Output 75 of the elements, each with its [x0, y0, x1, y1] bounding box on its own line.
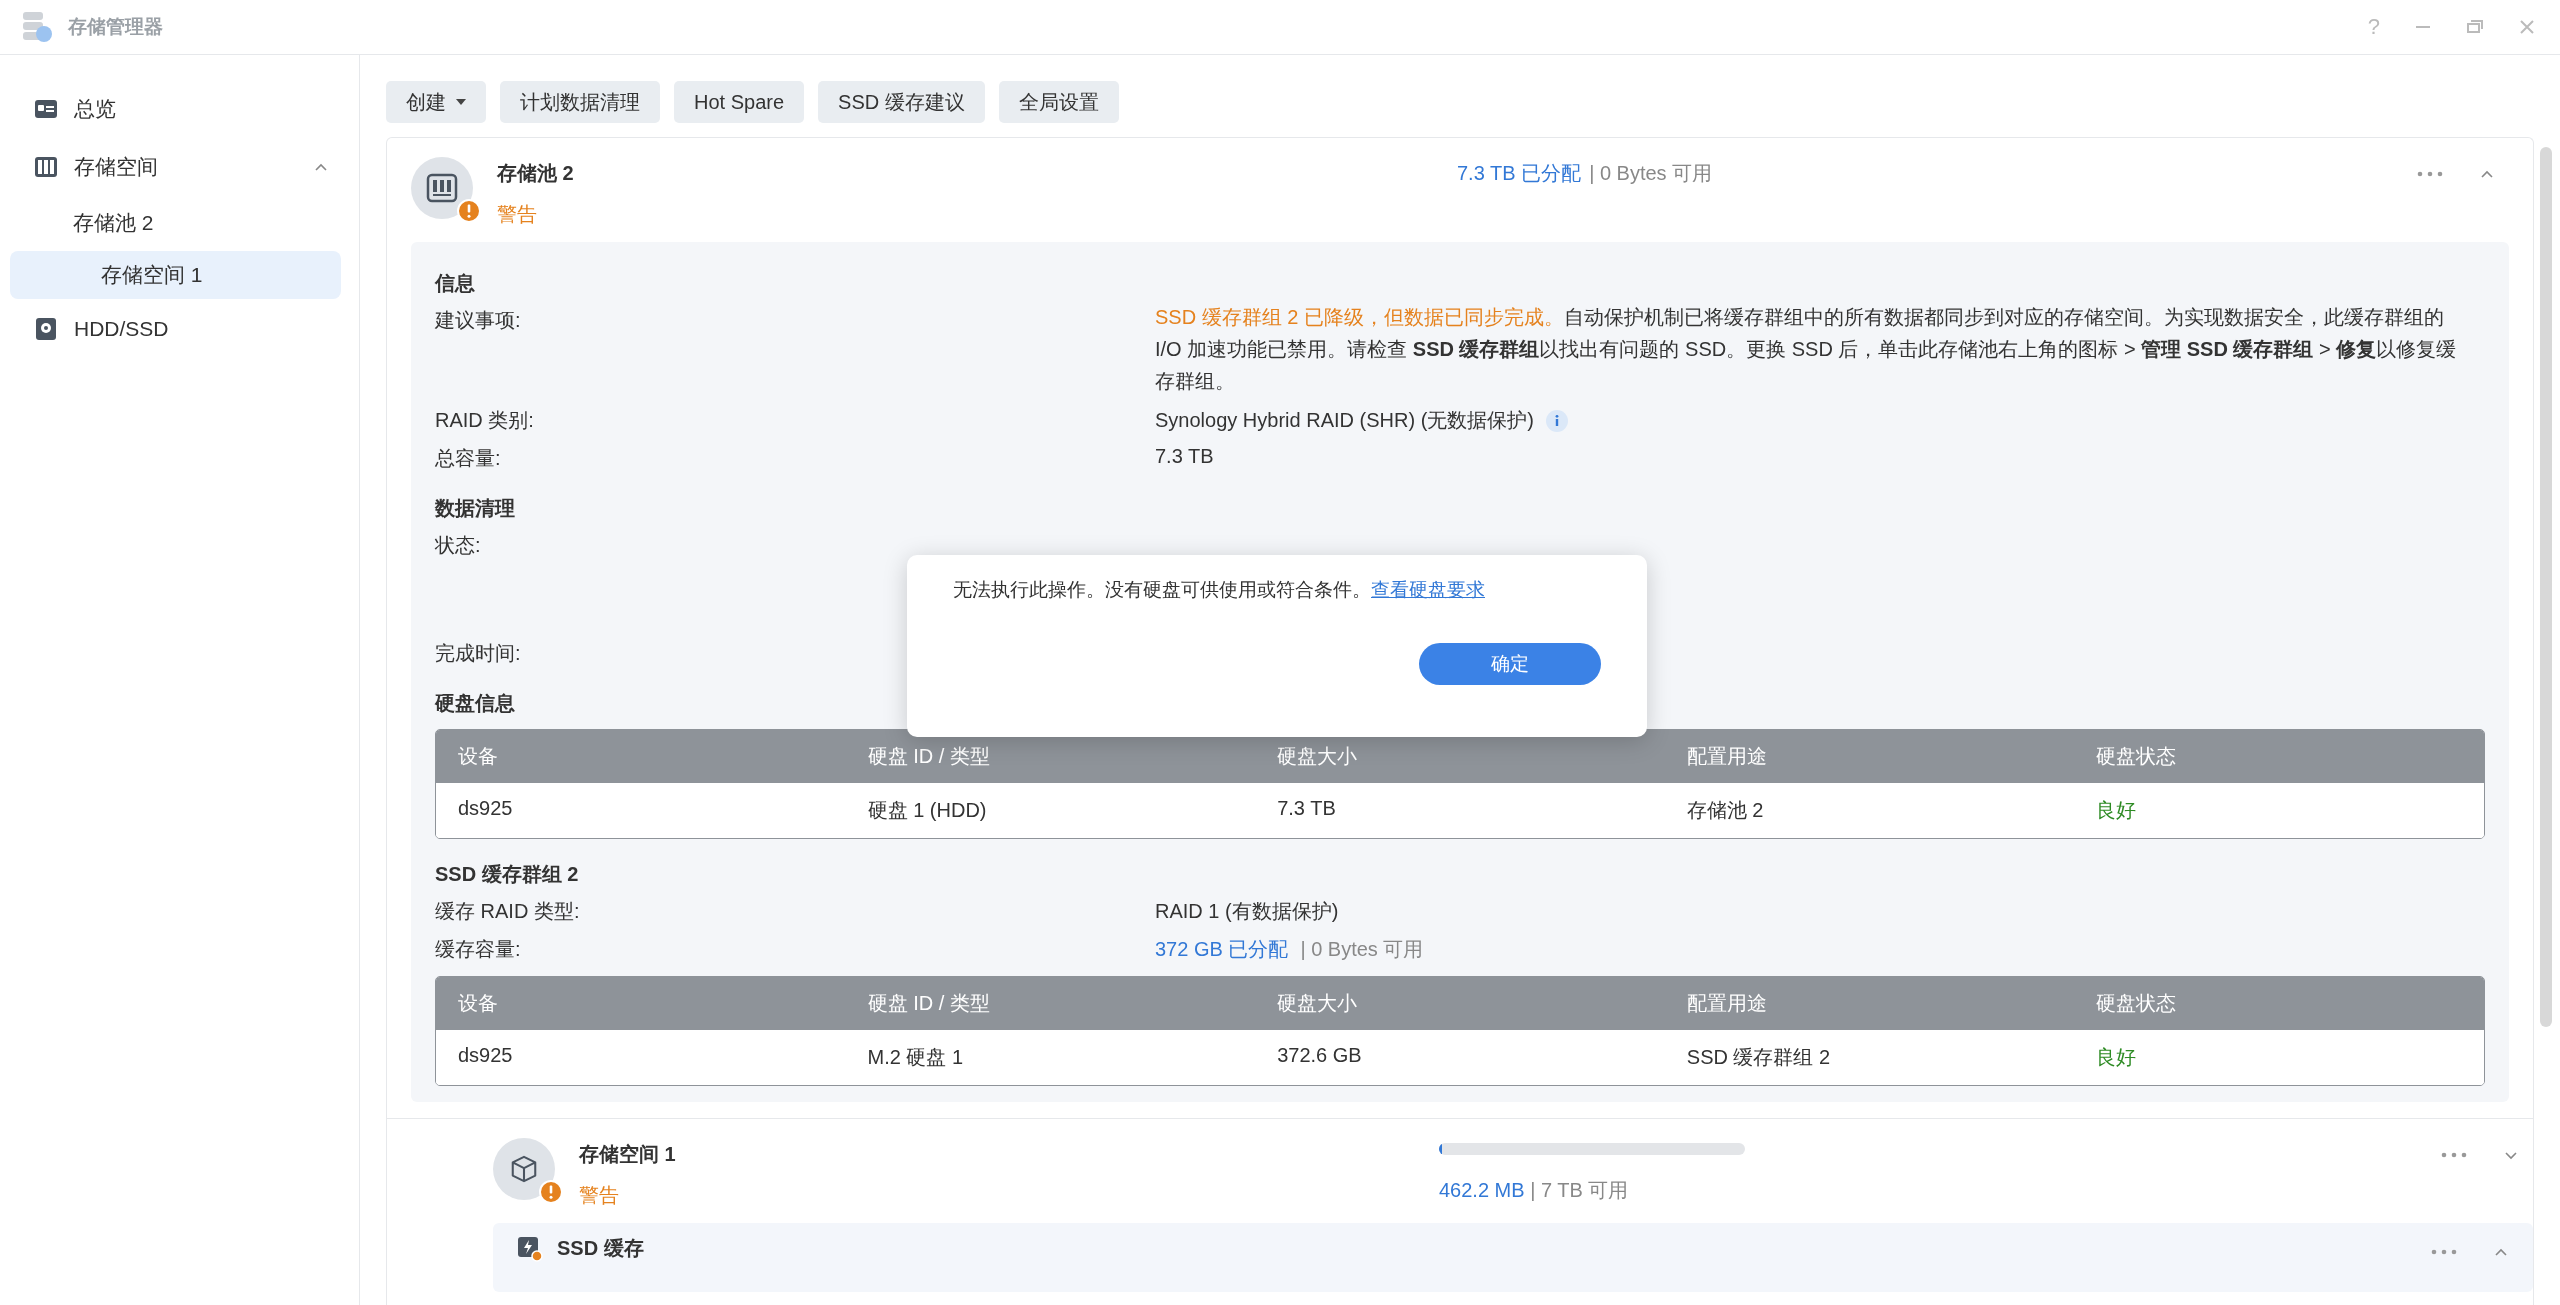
- field-label: 建议事项:: [435, 309, 521, 331]
- app-logo-icon: [20, 10, 54, 44]
- column-header: 硬盘 ID / 类型: [866, 991, 991, 1016]
- allocated-label: 372 GB 已分配: [1155, 937, 1289, 962]
- status-label: 警告: [579, 1183, 620, 1208]
- table-cell-text: 372.6 GB: [1276, 1043, 1363, 1068]
- section-title: 硬盘信息: [435, 691, 516, 716]
- more-icon[interactable]: [2441, 1152, 2467, 1158]
- sidebar-item[interactable]: 存储池 2: [10, 199, 341, 245]
- toolbar-button[interactable]: SSD 缓存建议: [818, 81, 985, 123]
- used-label: 462.2 MB: [1439, 1179, 1525, 1201]
- field-label: 缓存 RAID 类型:: [435, 900, 580, 922]
- field-label: 完成时间:: [435, 642, 521, 664]
- window-title: 存储管理器: [68, 15, 163, 39]
- column-header: 硬盘状态: [2095, 991, 2178, 1016]
- column-header: 硬盘 ID / 类型: [866, 744, 991, 769]
- column-header: 硬盘大小: [1276, 991, 1359, 1016]
- table-cell-text: 7.3 TB: [1276, 796, 1337, 821]
- warning-icon: [539, 1180, 563, 1204]
- sidebar-item[interactable]: 存储空间 1: [10, 251, 341, 299]
- more-icon[interactable]: [2431, 1248, 2457, 1255]
- column-header: 配置用途: [1685, 744, 1768, 769]
- ok-button[interactable]: 确定: [1419, 643, 1601, 685]
- cache-title: SSD 缓存: [557, 1236, 644, 1261]
- field-value: RAID 1 (有数据保护): [1155, 899, 1339, 924]
- table-cell-text: M.2 硬盘 1: [866, 1045, 965, 1070]
- section-title: 数据清理: [435, 496, 516, 521]
- info-icon[interactable]: [1545, 409, 1568, 432]
- column-header: 硬盘大小: [1276, 744, 1359, 769]
- field-label: 状态:: [435, 534, 481, 556]
- storage-icon: [34, 155, 58, 179]
- pool-name: 存储池 2: [497, 161, 575, 186]
- storage-pool-icon: [426, 172, 458, 204]
- table-cell-text: 良好: [2095, 1045, 2138, 1070]
- toolbar-button[interactable]: 计划数据清理: [500, 81, 660, 123]
- available-label: | 0 Bytes 可用: [1300, 937, 1424, 962]
- table-cell-text: ds925: [457, 1043, 514, 1068]
- toolbar-button[interactable]: Hot Spare: [674, 81, 805, 123]
- toolbar-button[interactable]: 创建: [386, 81, 486, 123]
- section-title: 信息: [435, 271, 476, 296]
- volume-name: 存储空间 1: [579, 1142, 677, 1167]
- field-label: RAID 类别:: [435, 409, 534, 431]
- sidebar-item[interactable]: 总览: [10, 83, 341, 135]
- sidebar-item[interactable]: 存储空间: [10, 141, 341, 193]
- field-label: 缓存容量:: [435, 938, 521, 960]
- sidebar-item[interactable]: HDD/SSD: [10, 305, 341, 353]
- column-header: 设备: [457, 991, 499, 1016]
- status-label: 警告: [497, 202, 538, 227]
- scrollbar[interactable]: [2540, 147, 2552, 1027]
- warning-icon: [457, 199, 481, 223]
- overview-icon: [34, 97, 58, 121]
- table-cell-text: 良好: [2095, 798, 2138, 823]
- table-cell-text: 硬盘 1 (HDD): [866, 798, 988, 823]
- table-cell-text: ds925: [457, 796, 514, 821]
- available-label: | 7 TB 可用: [1530, 1179, 1629, 1201]
- field-label: 总容量:: [435, 447, 501, 469]
- allocated-label: 7.3 TB 已分配: [1457, 161, 1582, 186]
- table-cell-text: SSD 缓存群组 2: [1685, 1045, 1832, 1070]
- restore-icon[interactable]: [2466, 18, 2484, 36]
- toolbar-button[interactable]: 全局设置: [998, 81, 1119, 123]
- cache-icon: [517, 1235, 543, 1262]
- column-header: 配置用途: [1685, 991, 1768, 1016]
- more-icon[interactable]: [2417, 171, 2443, 177]
- column-header: 硬盘状态: [2095, 744, 2178, 769]
- available-label: | 0 Bytes 可用: [1589, 161, 1713, 186]
- section-title: SSD 缓存群组 2: [435, 862, 580, 887]
- field-value: Synology Hybrid RAID (SHR) (无数据保护): [1155, 408, 1534, 433]
- advice-text: SSD 缓存群组 2 已降级，但数据已同步完成。自动保护机制已将缓存群组中的所有数据都同步到对应的存储空间。为实现数据安全，此缓存群组的 I/O 加速功能已禁用。请检查 SSD 缓存群组以找出有问题的 SSD。更换 SSD 后，单击此存储池右上角的图标 > 管理 SSD 缓存群组 > 修复以修复缓存群组。: [1155, 305, 2458, 394]
- cube-icon: [509, 1154, 539, 1184]
- dialog-message: 无法执行此操作。没有硬盘可供使用或符合条件。查看硬盘要求: [953, 578, 1486, 602]
- close-icon[interactable]: [2518, 18, 2536, 36]
- column-header: 设备: [457, 744, 499, 769]
- table-cell-text: 存储池 2: [1685, 798, 1765, 823]
- disk-requirements-link[interactable]: 查看硬盘要求: [1371, 579, 1485, 600]
- field-value: 7.3 TB: [1155, 445, 1214, 468]
